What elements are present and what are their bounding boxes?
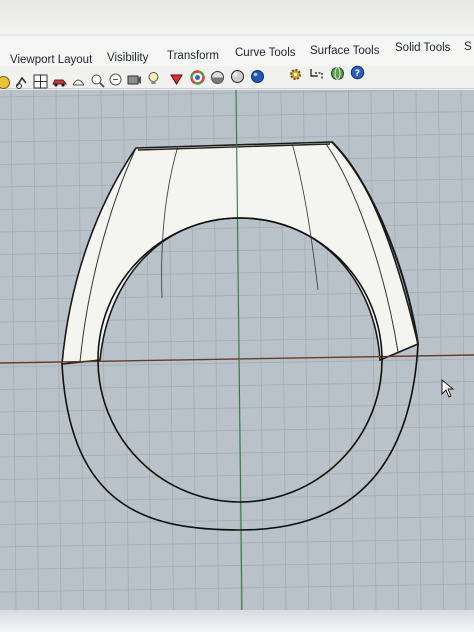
named-view-icon[interactable] [108, 72, 123, 87]
settings-gear-icon[interactable] [288, 67, 303, 82]
pan-icon[interactable] [0, 75, 11, 90]
rotate-view-icon[interactable] [14, 75, 29, 90]
grid-line-horizontal [0, 381, 474, 390]
snap-grid-icon[interactable] [309, 67, 324, 82]
car-icon[interactable] [52, 74, 67, 89]
grid-line-horizontal [0, 583, 474, 593]
zoom-extents-icon[interactable] [90, 73, 105, 88]
standard-toolbar: ? [0, 65, 474, 90]
tab-visibility[interactable]: Visibility [107, 52, 148, 64]
four-viewports-icon[interactable] [33, 74, 48, 89]
tab-truncated[interactable]: S [464, 41, 472, 53]
svg-text:?: ? [355, 69, 360, 79]
grid-line-vertical [10, 90, 17, 610]
grid-line-vertical [55, 90, 62, 610]
grid-line-horizontal [0, 403, 474, 413]
globe-icon[interactable] [330, 66, 345, 81]
tab-solid-tools[interactable]: Solid Tools [395, 42, 450, 54]
grid-line-horizontal [0, 516, 474, 525]
grid-line-horizontal [0, 538, 474, 548]
sphere-rendered-icon[interactable] [230, 69, 245, 84]
ring-shoulder-surface [61, 141, 419, 365]
sphere-shaded-icon[interactable] [210, 70, 225, 85]
tab-curve-tools[interactable]: Curve Tools [235, 47, 296, 59]
light-bulb-icon[interactable] [146, 71, 161, 86]
grid-line-horizontal [0, 561, 474, 570]
color-wheel-icon[interactable] [190, 70, 205, 85]
tab-transform[interactable]: Transform [167, 50, 219, 62]
front-viewport[interactable] [0, 90, 474, 610]
tab-viewport-layout[interactable]: Viewport Layout [10, 54, 92, 66]
ribbon-tab-bar: Viewport Layout Visibility Transform Cur… [0, 36, 474, 68]
grid-line-horizontal [0, 471, 474, 480]
status-bar-edge [0, 610, 474, 632]
grid-line-horizontal [0, 448, 474, 458]
grid-line-vertical [438, 90, 444, 610]
grid-line-horizontal [0, 111, 474, 120]
grid-line-horizontal [0, 90, 439, 98]
mouse-cursor-icon [441, 379, 455, 398]
grid-line-vertical [460, 90, 467, 610]
grid-line-vertical [415, 90, 422, 610]
tab-surface-tools[interactable]: Surface Tools [310, 45, 379, 57]
title-area [0, 0, 474, 34]
render-material-icon[interactable] [169, 71, 184, 86]
help-icon[interactable]: ? [350, 65, 365, 80]
grid-line-horizontal [0, 246, 474, 255]
grid-line-horizontal [0, 493, 474, 503]
camera-icon[interactable] [127, 72, 142, 87]
rhino-window: Viewport Layout Visibility Transform Cur… [0, 0, 474, 632]
wireframe-icon[interactable] [71, 73, 86, 88]
grid-line-vertical [33, 90, 39, 610]
sphere-blue-icon[interactable] [250, 69, 265, 84]
grid-line-vertical [370, 90, 377, 610]
